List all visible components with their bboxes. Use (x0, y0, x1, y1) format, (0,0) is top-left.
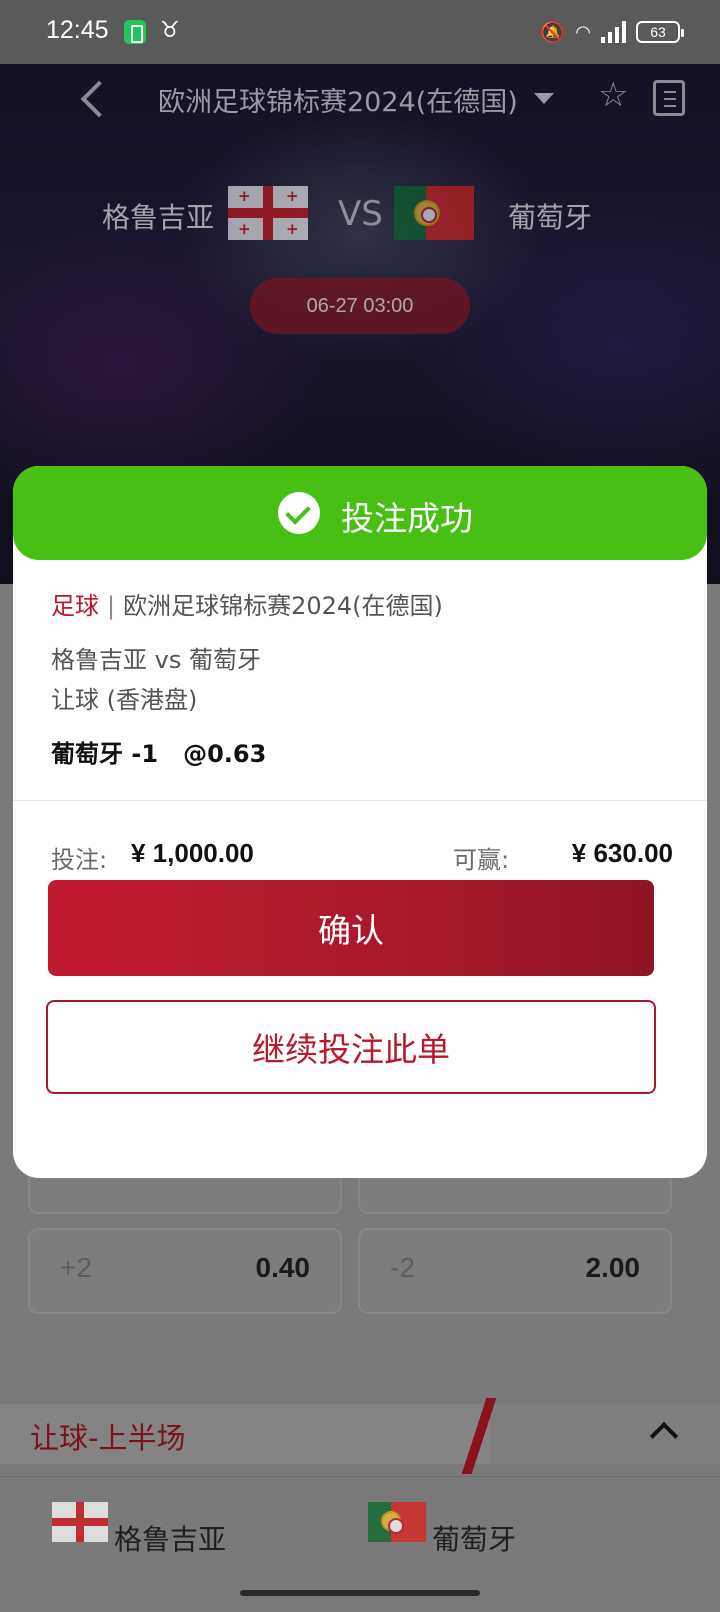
document-icon[interactable] (653, 80, 685, 116)
status-icons: 🔕 ◠ 63 (540, 18, 684, 46)
wifi-icon: ◠ (575, 21, 591, 43)
selection-label: 葡萄牙 -1 @0.63 (51, 740, 267, 768)
stake-value: ¥ 1,000.00 (131, 838, 254, 868)
continue-betting-button[interactable]: 继续投注此单 (46, 1000, 656, 1094)
section-title: 让球-上半场 (30, 1421, 186, 1455)
team-row-away[interactable]: 葡萄牙 (432, 1518, 516, 1558)
status-bar: 12:45 ♉ 🔕 ◠ 63 (0, 0, 720, 64)
signal-icon (601, 21, 626, 43)
team-row-home[interactable]: 格鲁吉亚 (114, 1518, 226, 1558)
sport-label: 足球 (51, 592, 99, 620)
bet-success-dialog: 投注成功 足球 | 欧洲足球锦标赛2024(在德国) 格鲁吉亚 vs 葡萄牙 让球 … (13, 466, 707, 1178)
star-icon[interactable]: ☆ (598, 78, 628, 112)
league-label: 欧洲足球锦标赛2024(在德国) (123, 592, 443, 620)
portugal-flag-icon (368, 1502, 426, 1542)
versus-label: VS (338, 194, 383, 234)
away-team-name: 葡萄牙 (508, 201, 593, 234)
georgia-flag-icon (52, 1502, 108, 1542)
bet-breadcrumb: 足球 | 欧洲足球锦标赛2024(在德国) (51, 586, 443, 621)
stake-label: 投注: (51, 846, 108, 874)
odds-value: 0.40 (255, 1252, 311, 1283)
divider (13, 800, 707, 801)
portugal-flag-icon (394, 186, 474, 240)
status-time: 12:45 (46, 16, 109, 44)
breadcrumb-separator: | (107, 592, 116, 620)
match-label: 格鲁吉亚 vs 葡萄牙 (51, 646, 261, 674)
odds-value: 2.00 (585, 1252, 641, 1283)
dropdown-caret-icon[interactable] (534, 93, 554, 104)
odds-handicap: -2 (390, 1252, 415, 1283)
potential-win-value: ¥ 630.00 (571, 838, 673, 868)
kickoff-time: 06-27 03:00 (250, 278, 470, 334)
league-title[interactable]: 欧洲足球锦标赛2024(在德国) (158, 80, 518, 119)
confirm-button[interactable]: 确认 (48, 880, 654, 976)
odds-cell[interactable]: +2 0.40 (28, 1228, 342, 1314)
app-notification-icon: ♉ (160, 18, 180, 43)
mute-icon: 🔕 (540, 20, 566, 44)
georgia-flag-icon: + + + + (228, 186, 308, 240)
market-label: 让球 (香港盘) (51, 686, 198, 714)
potential-win-label: 可赢: (453, 846, 510, 874)
dialog-title: 投注成功 (341, 499, 473, 538)
battery-icon: 63 (636, 21, 684, 43)
check-circle-icon (278, 492, 320, 534)
divider (0, 1476, 720, 1477)
home-team-name: 格鲁吉亚 (102, 201, 215, 234)
dialog-header: 投注成功 (13, 466, 707, 560)
home-indicator[interactable] (240, 1590, 480, 1596)
battery-saver-icon (124, 20, 146, 44)
odds-handicap: +2 (60, 1252, 92, 1283)
odds-cell[interactable]: -2 2.00 (358, 1228, 672, 1314)
back-button[interactable] (78, 78, 106, 118)
